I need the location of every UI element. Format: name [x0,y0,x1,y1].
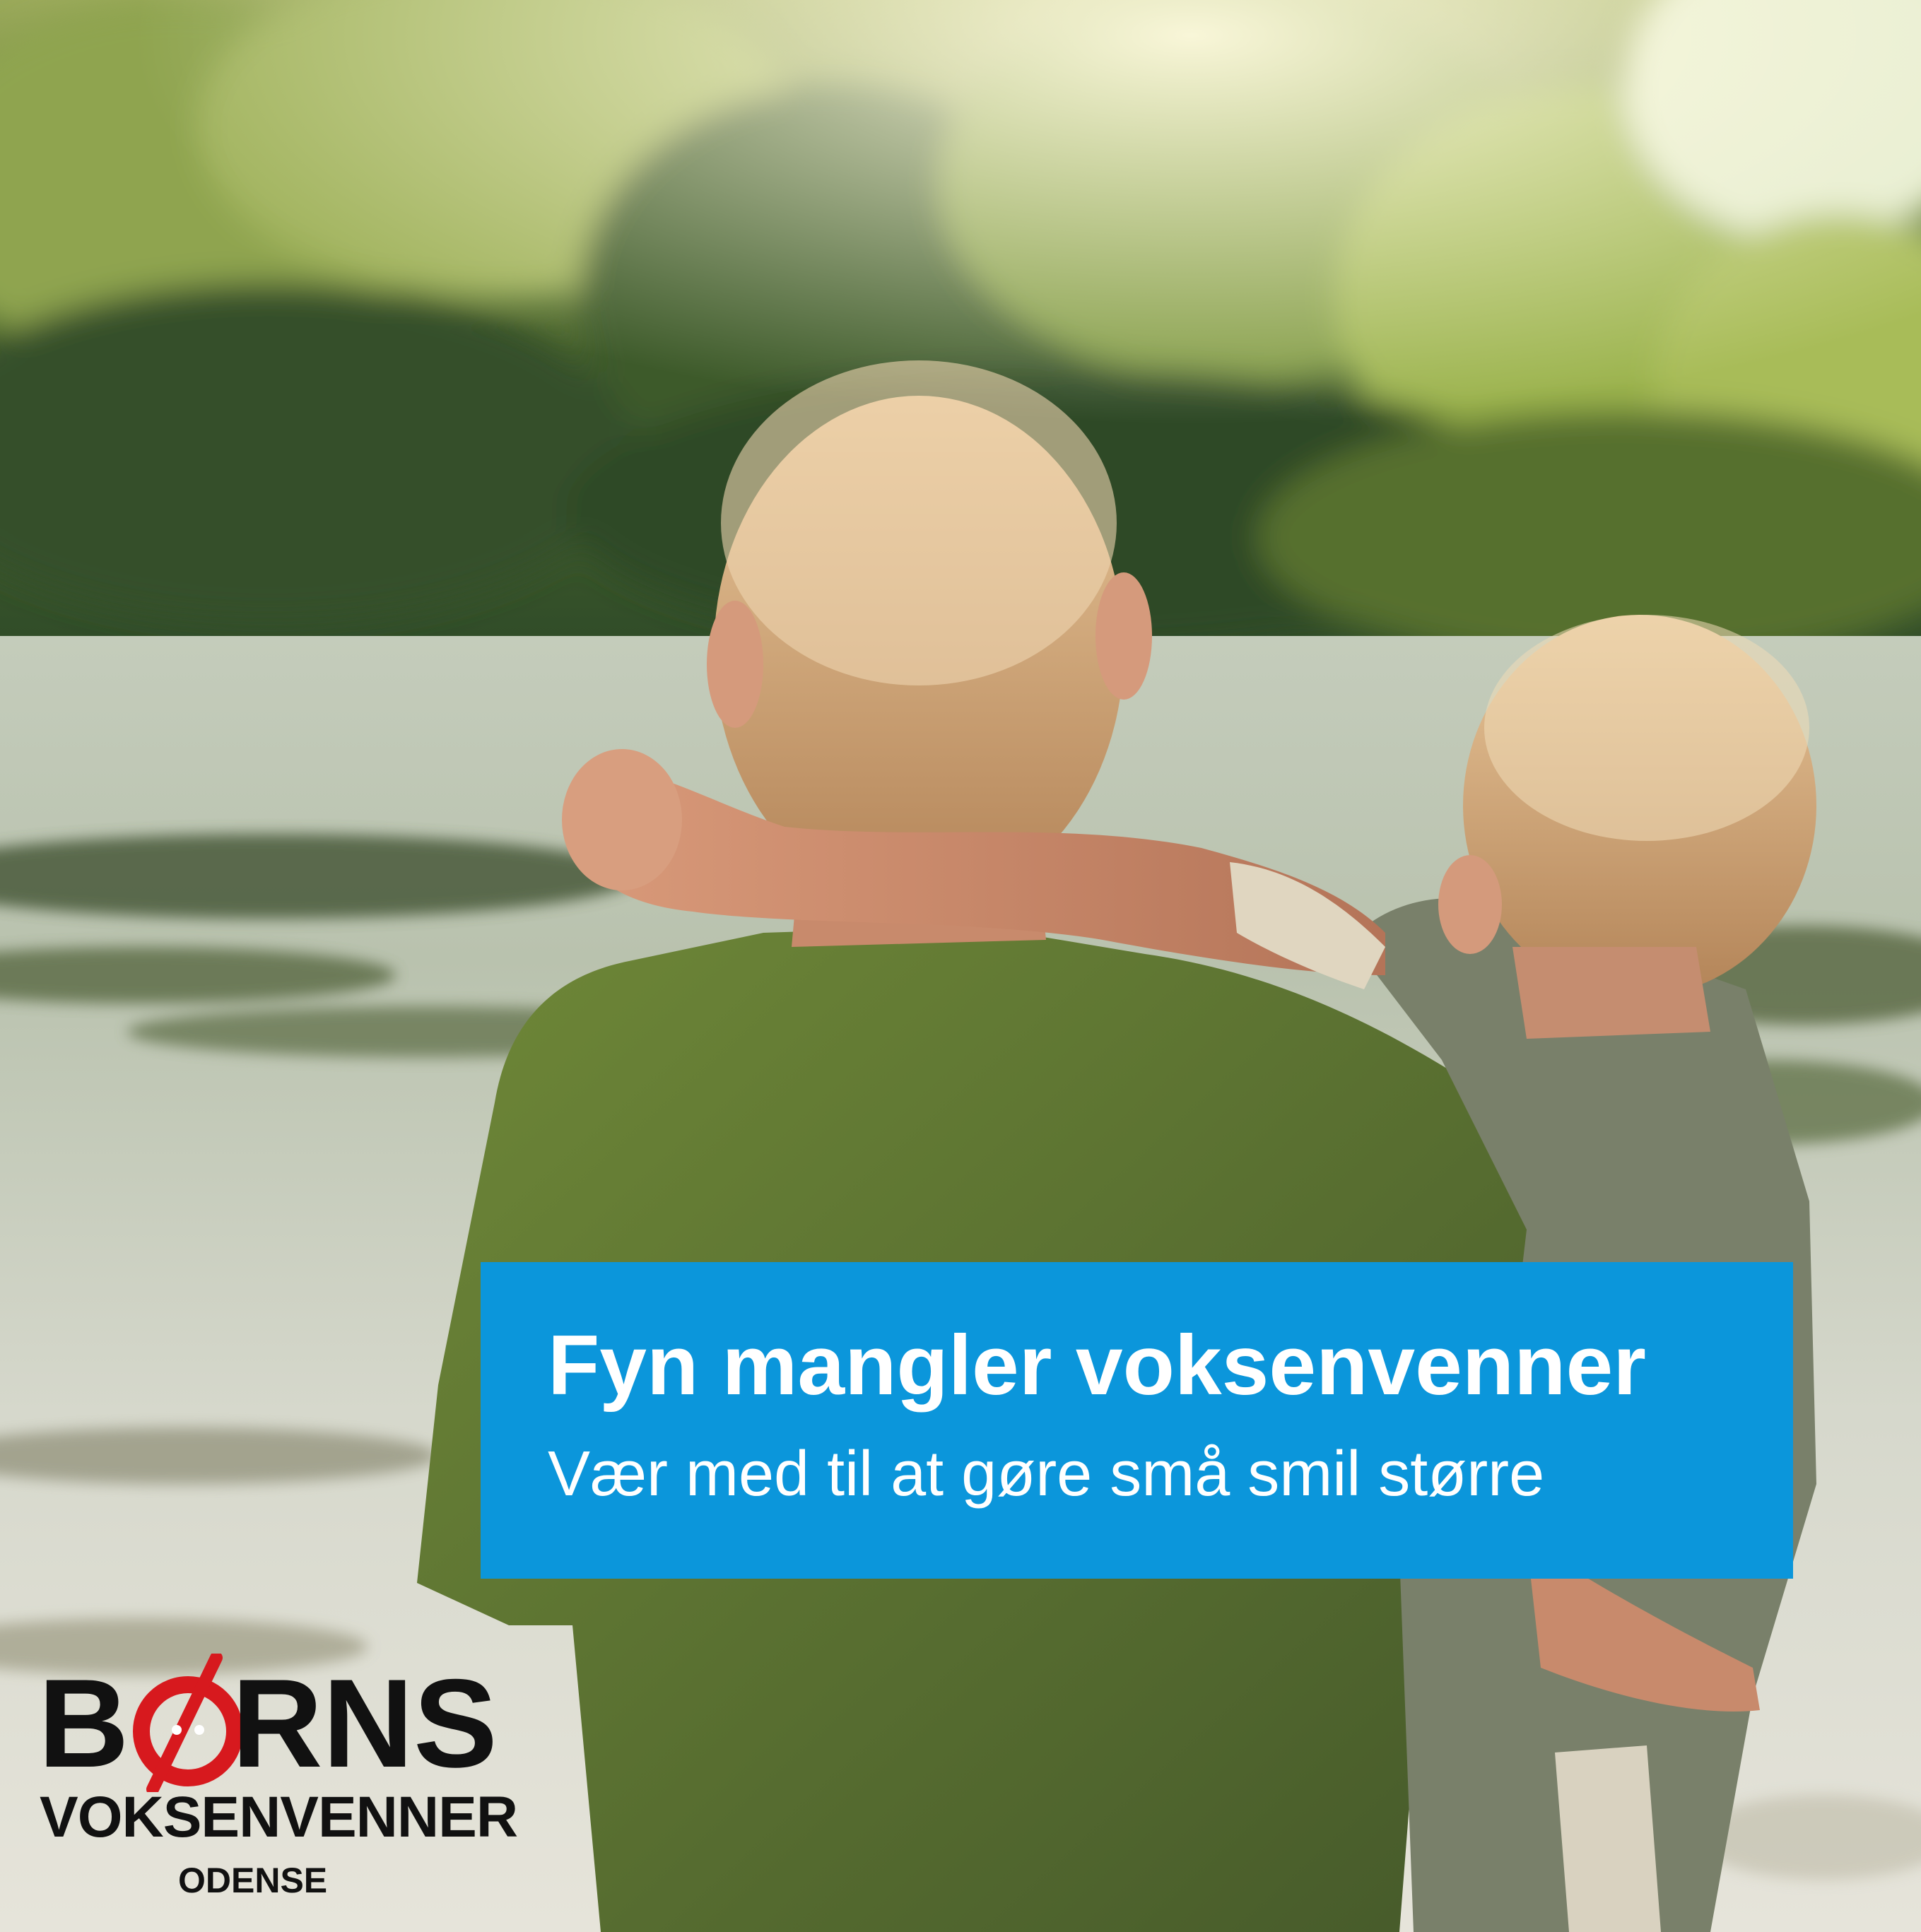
logo-subtitle: VOKSENVENNER [40,1785,518,1849]
banner-headline: Fyn mangler voksenvenner [548,1318,1646,1413]
logo-letters-rns: RNS [232,1653,498,1793]
headline-banner: Fyn mangler voksenvenner Vær med til at … [481,1262,1793,1579]
banner-subline: Vær med til at gøre små smil større [548,1439,1545,1509]
borns-voksenvenner-logo: B RNS VOKSENVENNER ODENSE [28,1625,518,1915]
logo-face-o-icon [133,1654,243,1792]
logo-letter-b: B [38,1653,129,1793]
logo-city: ODENSE [178,1861,328,1900]
ad-image: Fyn mangler voksenvenner Vær med til at … [0,0,1921,1932]
